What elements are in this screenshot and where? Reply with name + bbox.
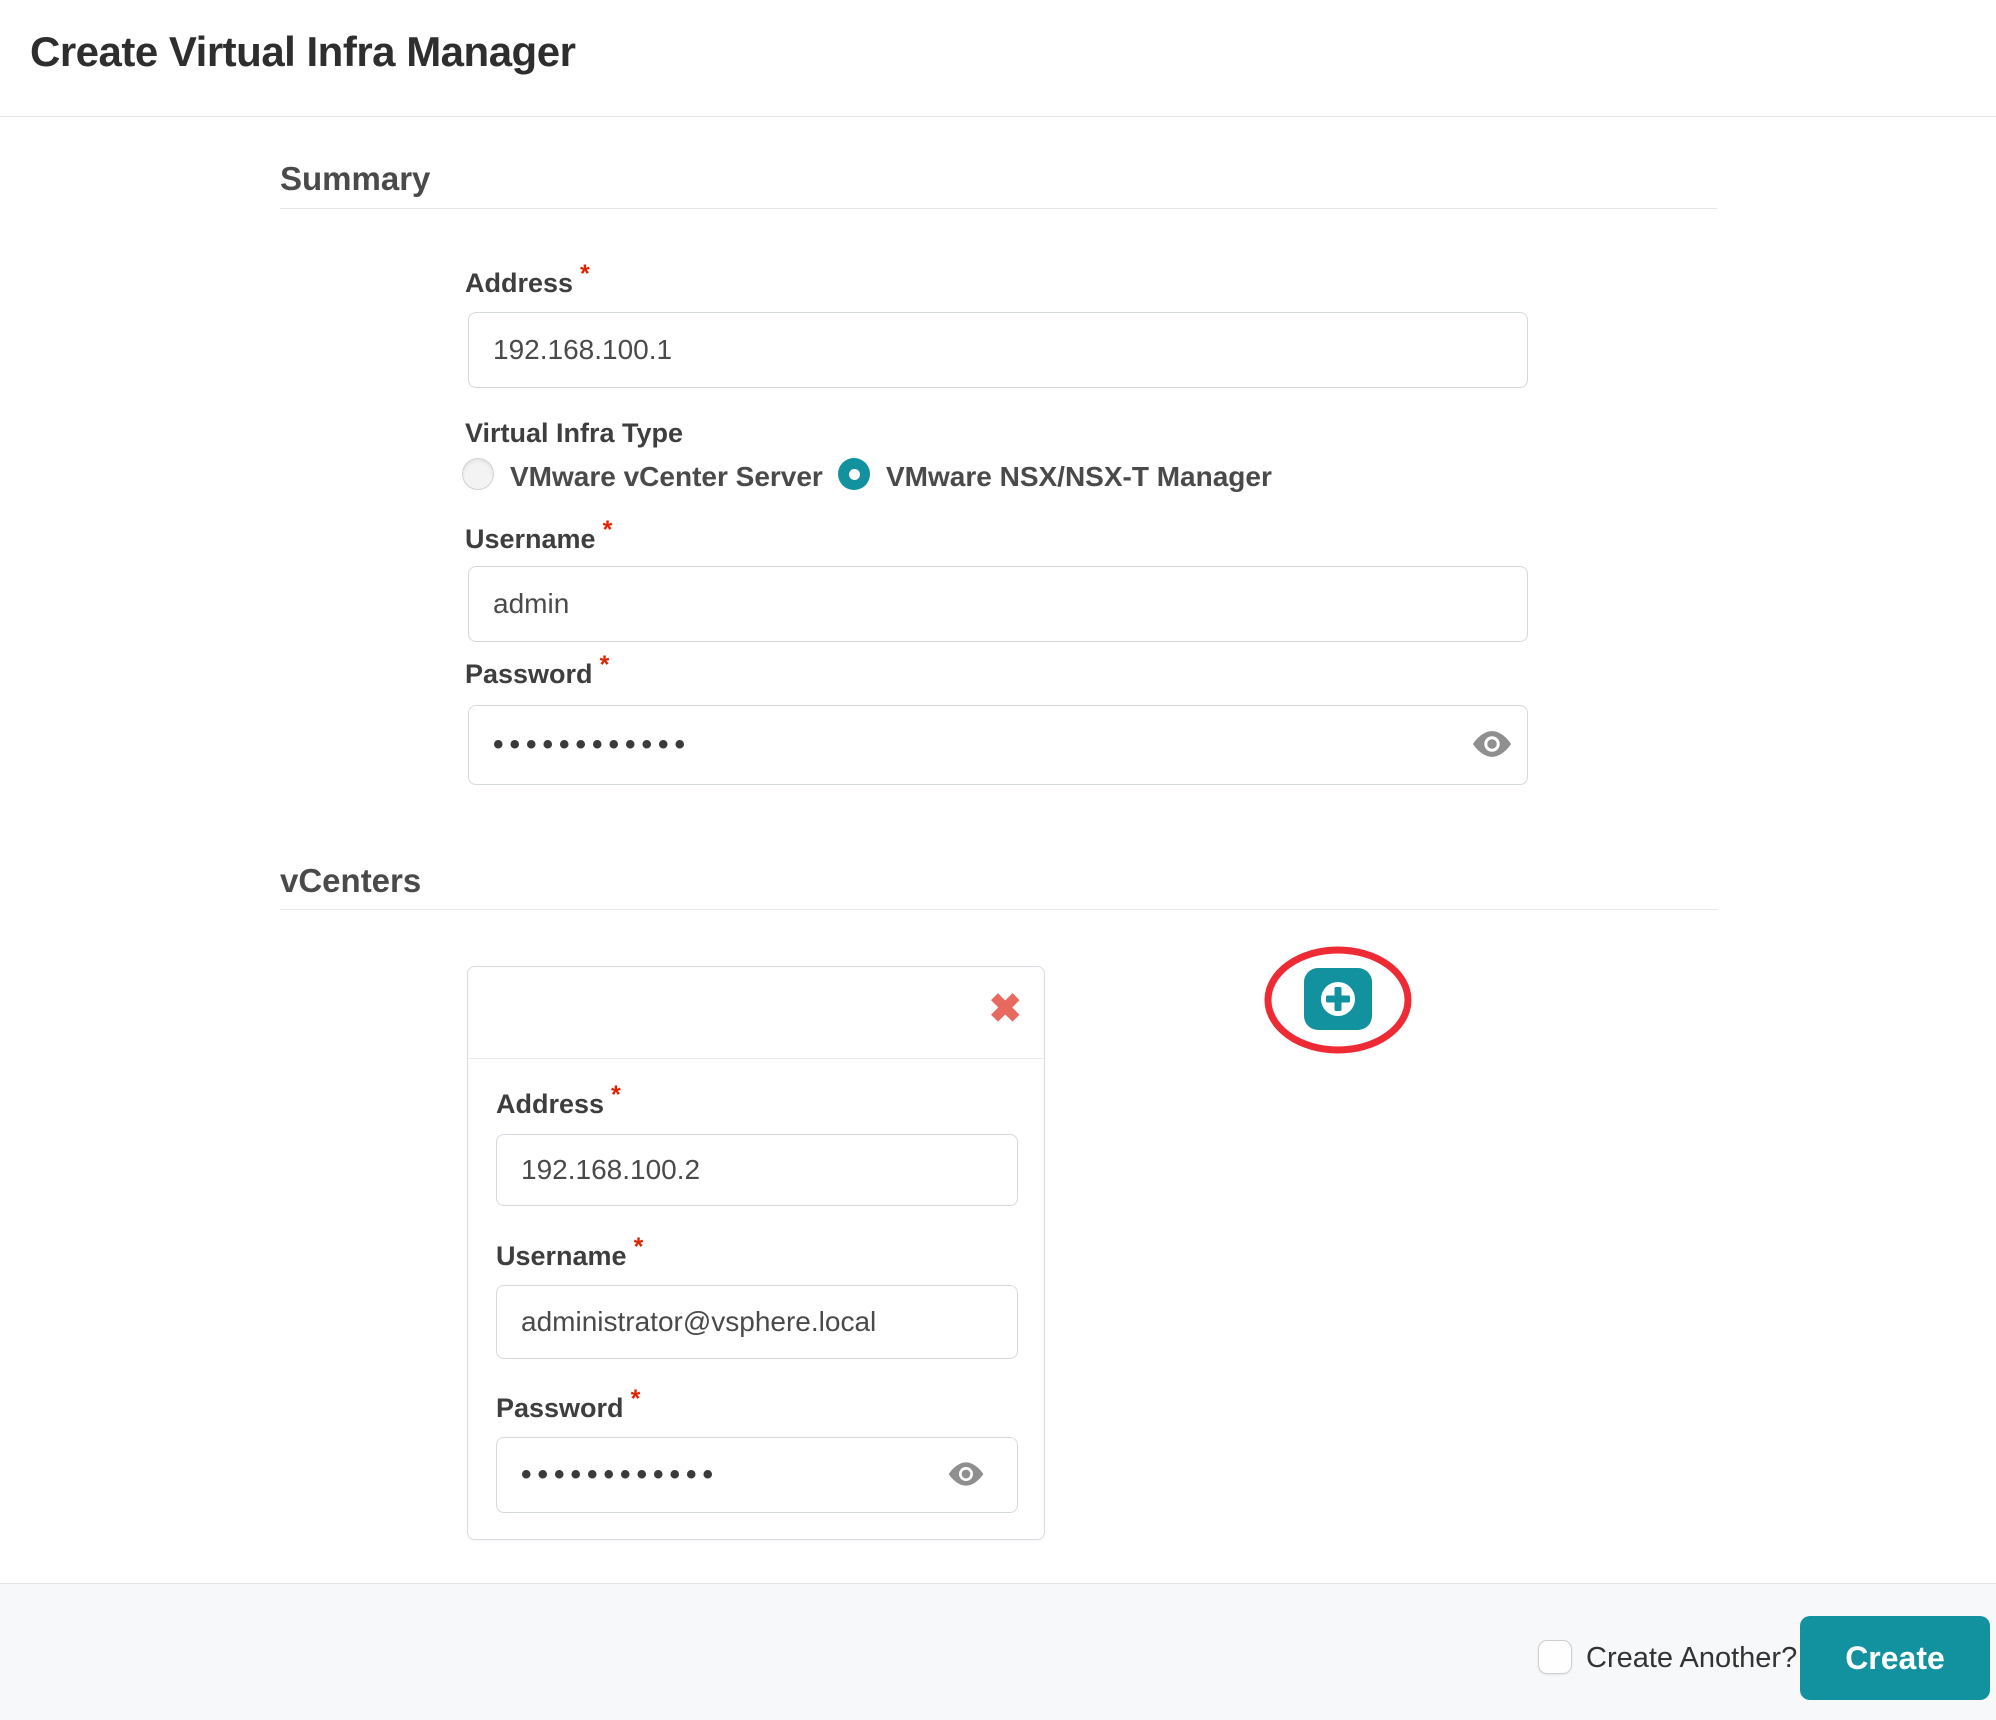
close-x-icon[interactable]: ✖ — [988, 989, 1022, 1029]
summary-section-divider — [280, 208, 1717, 209]
username-label: Username* — [465, 524, 612, 555]
username-input[interactable] — [468, 566, 1528, 642]
virtual-infra-type-label: Virtual Infra Type — [465, 418, 683, 449]
vcenter-username-input[interactable] — [496, 1285, 1018, 1359]
vcenters-section-divider — [280, 909, 1717, 910]
create-button[interactable]: Create — [1800, 1616, 1990, 1700]
vcenter-card-header: ✖ — [468, 967, 1044, 1059]
eye-icon[interactable] — [1470, 728, 1514, 760]
add-vcenter-button[interactable] — [1304, 968, 1372, 1030]
create-another-label[interactable]: Create Another? — [1586, 1642, 1797, 1675]
radio-vmware-vcenter-server[interactable] — [462, 458, 494, 490]
create-another-checkbox[interactable] — [1538, 1640, 1572, 1674]
required-asterisk: * — [603, 516, 613, 544]
required-asterisk: * — [600, 651, 610, 679]
eye-icon[interactable] — [946, 1459, 986, 1489]
required-asterisk: * — [580, 260, 590, 288]
required-asterisk: * — [631, 1385, 641, 1413]
radio-vmware-nsx-manager-label[interactable]: VMware NSX/NSX-T Manager — [886, 461, 1272, 493]
address-input[interactable] — [468, 312, 1528, 388]
radio-vmware-nsx-manager[interactable] — [838, 458, 870, 490]
vcenter-card: ✖ Address* Username* Password* — [467, 966, 1045, 1540]
vcenter-address-input[interactable] — [496, 1134, 1018, 1206]
required-asterisk: * — [634, 1233, 644, 1261]
summary-section-heading: Summary — [280, 160, 430, 198]
page-title: Create Virtual Infra Manager — [30, 28, 575, 76]
plus-icon — [1319, 980, 1357, 1018]
address-label: Address* — [465, 268, 590, 299]
radio-vmware-vcenter-server-label[interactable]: VMware vCenter Server — [510, 461, 823, 493]
vcenter-password-input[interactable] — [496, 1437, 1018, 1513]
vcenters-section-heading: vCenters — [280, 862, 421, 900]
password-input[interactable] — [468, 705, 1528, 785]
password-label: Password* — [465, 659, 609, 690]
page-header: Create Virtual Infra Manager — [0, 0, 1996, 117]
vcenter-username-label: Username* — [496, 1241, 643, 1272]
vcenter-password-label: Password* — [496, 1393, 640, 1424]
vcenter-address-label: Address* — [496, 1089, 621, 1120]
required-asterisk: * — [611, 1081, 621, 1109]
create-virtual-infra-manager-page: Create Virtual Infra Manager Summary Add… — [0, 0, 1996, 1720]
